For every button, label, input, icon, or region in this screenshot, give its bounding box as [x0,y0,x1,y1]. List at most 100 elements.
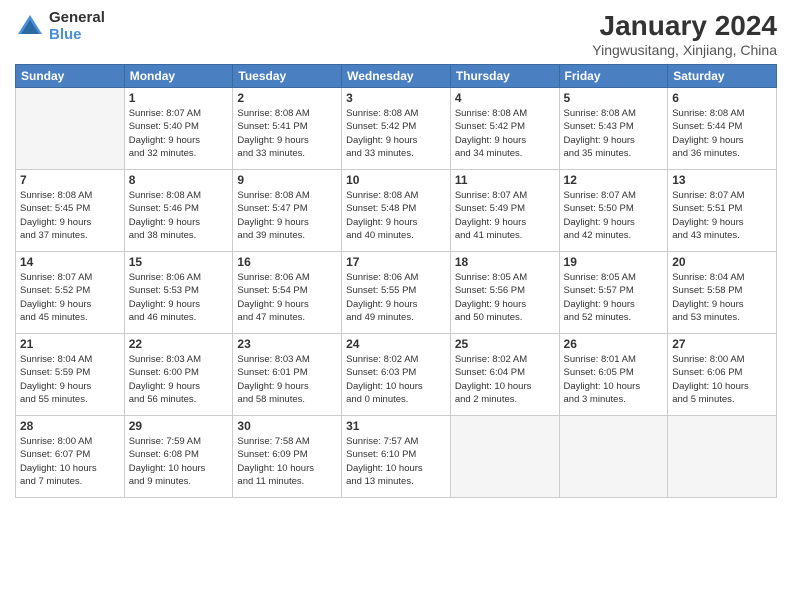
day-info: Sunrise: 8:08 AMSunset: 5:47 PMDaylight:… [237,189,337,242]
day-number: 21 [20,337,120,351]
week-row-1: 1 Sunrise: 8:07 AMSunset: 5:40 PMDaylight… [16,88,777,170]
day-info: Sunrise: 7:58 AMSunset: 6:09 PMDaylight:… [237,435,337,488]
day-info: Sunrise: 7:57 AMSunset: 6:10 PMDaylight:… [346,435,446,488]
day-cell: 9 Sunrise: 8:08 AMSunset: 5:47 PMDaylight… [233,170,342,252]
day-info: Sunrise: 8:08 AMSunset: 5:44 PMDaylight:… [672,107,772,160]
day-cell: 31 Sunrise: 7:57 AMSunset: 6:10 PMDayligh… [342,416,451,498]
day-info: Sunrise: 8:07 AMSunset: 5:50 PMDaylight:… [564,189,664,242]
header-row: SundayMondayTuesdayWednesdayThursdayFrid… [16,65,777,88]
week-row-3: 14Sunrise: 8:07 AMSunset: 5:52 PMDayligh… [16,252,777,334]
day-info: Sunrise: 8:02 AMSunset: 6:04 PMDaylight:… [455,353,555,406]
day-info: Sunrise: 8:08 AMSunset: 5:48 PMDaylight:… [346,189,446,242]
month-title: January 2024 [592,10,777,42]
day-number: 16 [237,255,337,269]
day-cell: 20 Sunrise: 8:04 AMSunset: 5:58 PMDayligh… [668,252,777,334]
header-day-thursday: Thursday [450,65,559,88]
day-number: 3 [346,91,446,105]
day-info: Sunrise: 8:04 AMSunset: 5:58 PMDaylight:… [672,271,772,324]
day-cell: 2Sunrise: 8:08 AMSunset: 5:41 PMDaylight… [233,88,342,170]
day-info: Sunrise: 8:05 AMSunset: 5:56 PMDaylight:… [455,271,555,324]
day-cell [559,416,668,498]
day-number: 4 [455,91,555,105]
day-number: 27 [672,337,772,351]
day-info: Sunrise: 8:03 AMSunset: 6:00 PMDaylight:… [129,353,229,406]
day-number: 22 [129,337,229,351]
day-cell: 15 Sunrise: 8:06 AMSunset: 5:53 PMDayligh… [124,252,233,334]
day-info: Sunrise: 8:07 AMSunset: 5:51 PMDaylight:… [672,189,772,242]
calendar-table: SundayMondayTuesdayWednesdayThursdayFrid… [15,64,777,498]
day-number: 29 [129,419,229,433]
day-cell: 17Sunrise: 8:06 AMSunset: 5:55 PMDayligh… [342,252,451,334]
title-area: January 2024 Yingwusitang, Xinjiang, Chi… [592,10,777,58]
day-number: 18 [455,255,555,269]
day-number: 30 [237,419,337,433]
logo-blue: Blue [49,27,105,44]
day-cell: 19 Sunrise: 8:05 AMSunset: 5:57 PMDayligh… [559,252,668,334]
day-cell [16,88,125,170]
day-cell: 26Sunrise: 8:01 AMSunset: 6:05 PMDayligh… [559,334,668,416]
day-cell: 13 Sunrise: 8:07 AMSunset: 5:51 PMDayligh… [668,170,777,252]
day-info: Sunrise: 8:06 AMSunset: 5:55 PMDaylight:… [346,271,446,324]
day-info: Sunrise: 8:05 AMSunset: 5:57 PMDaylight:… [564,271,664,324]
day-info: Sunrise: 8:06 AMSunset: 5:53 PMDaylight:… [129,271,229,324]
header-day-tuesday: Tuesday [233,65,342,88]
day-info: Sunrise: 7:59 AMSunset: 6:08 PMDaylight:… [129,435,229,488]
week-row-4: 21Sunrise: 8:04 AMSunset: 5:59 PMDayligh… [16,334,777,416]
week-row-5: 28Sunrise: 8:00 AMSunset: 6:07 PMDayligh… [16,416,777,498]
day-cell: 8 Sunrise: 8:08 AMSunset: 5:46 PMDaylight… [124,170,233,252]
day-number: 7 [20,173,120,187]
day-number: 19 [564,255,664,269]
day-cell: 16 Sunrise: 8:06 AMSunset: 5:54 PMDayligh… [233,252,342,334]
day-number: 15 [129,255,229,269]
day-number: 1 [129,91,229,105]
day-info: Sunrise: 8:00 AMSunset: 6:06 PMDaylight:… [672,353,772,406]
day-cell: 14Sunrise: 8:07 AMSunset: 5:52 PMDayligh… [16,252,125,334]
day-cell: 10Sunrise: 8:08 AMSunset: 5:48 PMDayligh… [342,170,451,252]
header-day-wednesday: Wednesday [342,65,451,88]
header-day-saturday: Saturday [668,65,777,88]
page: General Blue January 2024 Yingwusitang, … [0,0,792,612]
day-number: 31 [346,419,446,433]
day-info: Sunrise: 8:03 AMSunset: 6:01 PMDaylight:… [237,353,337,406]
day-cell: 7Sunrise: 8:08 AMSunset: 5:45 PMDaylight… [16,170,125,252]
logo: General Blue [15,10,105,43]
day-cell [668,416,777,498]
day-cell: 5Sunrise: 8:08 AMSunset: 5:43 PMDaylight… [559,88,668,170]
day-cell: 6 Sunrise: 8:08 AMSunset: 5:44 PMDaylight… [668,88,777,170]
logo-text: General Blue [49,10,105,43]
day-info: Sunrise: 8:07 AMSunset: 5:49 PMDaylight:… [455,189,555,242]
day-number: 6 [672,91,772,105]
day-cell: 29 Sunrise: 7:59 AMSunset: 6:08 PMDayligh… [124,416,233,498]
day-number: 9 [237,173,337,187]
day-cell: 12 Sunrise: 8:07 AMSunset: 5:50 PMDayligh… [559,170,668,252]
day-number: 8 [129,173,229,187]
day-number: 26 [564,337,664,351]
logo-icon [15,12,45,42]
day-info: Sunrise: 8:07 AMSunset: 5:52 PMDaylight:… [20,271,120,324]
day-cell: 28Sunrise: 8:00 AMSunset: 6:07 PMDayligh… [16,416,125,498]
day-number: 2 [237,91,337,105]
day-info: Sunrise: 8:08 AMSunset: 5:46 PMDaylight:… [129,189,229,242]
day-cell: 23Sunrise: 8:03 AMSunset: 6:01 PMDayligh… [233,334,342,416]
day-number: 20 [672,255,772,269]
day-cell: 22 Sunrise: 8:03 AMSunset: 6:00 PMDayligh… [124,334,233,416]
day-number: 11 [455,173,555,187]
day-cell: 18 Sunrise: 8:05 AMSunset: 5:56 PMDayligh… [450,252,559,334]
day-cell: 27 Sunrise: 8:00 AMSunset: 6:06 PMDayligh… [668,334,777,416]
day-number: 24 [346,337,446,351]
header-day-monday: Monday [124,65,233,88]
day-cell: 1 Sunrise: 8:07 AMSunset: 5:40 PMDaylight… [124,88,233,170]
day-cell: 30 Sunrise: 7:58 AMSunset: 6:09 PMDayligh… [233,416,342,498]
header-area: General Blue January 2024 Yingwusitang, … [15,10,777,58]
day-cell [450,416,559,498]
day-cell: 4Sunrise: 8:08 AMSunset: 5:42 PMDaylight… [450,88,559,170]
day-info: Sunrise: 8:06 AMSunset: 5:54 PMDaylight:… [237,271,337,324]
day-number: 13 [672,173,772,187]
week-row-2: 7Sunrise: 8:08 AMSunset: 5:45 PMDaylight… [16,170,777,252]
day-cell: 11 Sunrise: 8:07 AMSunset: 5:49 PMDayligh… [450,170,559,252]
header-day-friday: Friday [559,65,668,88]
day-number: 5 [564,91,664,105]
day-info: Sunrise: 8:02 AMSunset: 6:03 PMDaylight:… [346,353,446,406]
day-info: Sunrise: 8:07 AMSunset: 5:40 PMDaylight:… [129,107,229,160]
day-number: 12 [564,173,664,187]
